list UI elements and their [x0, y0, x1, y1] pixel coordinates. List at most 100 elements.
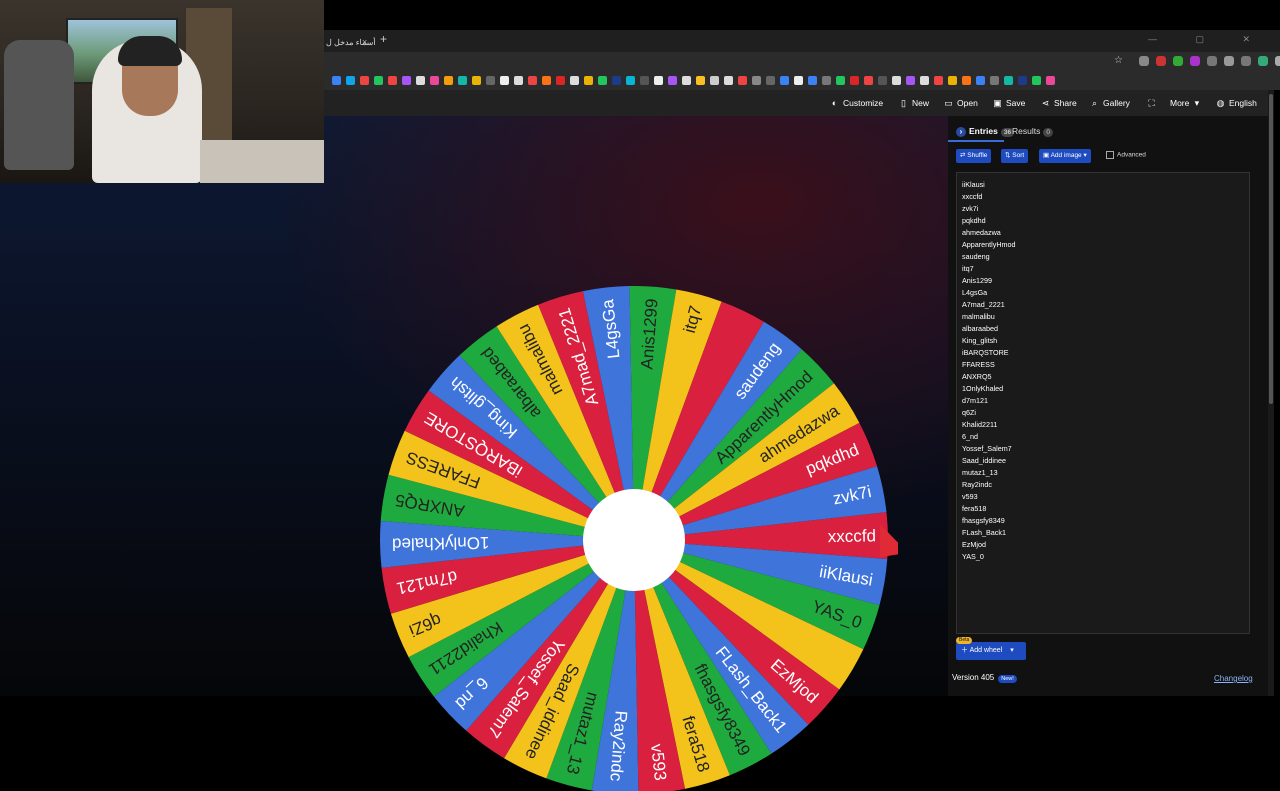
bookmark-icon[interactable]: [514, 75, 523, 85]
bookmark-icon[interactable]: [906, 75, 915, 85]
bookmark-icon[interactable]: [1032, 75, 1041, 85]
spin-wheel[interactable]: xxccfdiiKlausiYAS_0EzMjodFLash_Back1fhas…: [368, 251, 898, 791]
wheel-segment-label: xxccfd: [828, 526, 877, 546]
browser-tab[interactable]: أسماء مدخل ل ×: [324, 33, 376, 52]
wheel-page: xxccfd iiKlausi YAS_0 EzMjod FLash_Back1 fhas…: [0, 116, 948, 791]
bookmark-icon[interactable]: [626, 75, 635, 85]
bookmark-icon[interactable]: [780, 75, 789, 85]
bookmark-icon[interactable]: [332, 75, 341, 85]
bookmark-icon[interactable]: [808, 75, 817, 85]
bookmark-icon[interactable]: [948, 75, 957, 85]
bookmark-icon[interactable]: [990, 75, 999, 85]
page-scrollbar[interactable]: [1268, 90, 1274, 696]
extension-icon[interactable]: [1258, 56, 1268, 66]
bookmark-icon[interactable]: [640, 75, 649, 85]
share-label: Share: [1054, 98, 1077, 108]
bookmark-icon[interactable]: [598, 75, 607, 85]
bookmark-icon[interactable]: [416, 75, 425, 85]
tab-results[interactable]: Results 0: [1012, 126, 1053, 137]
bookmark-icon[interactable]: [976, 75, 985, 85]
extension-icon[interactable]: [1173, 56, 1183, 66]
share-button[interactable]: ⋖ Share: [1041, 90, 1077, 116]
bookmark-icon[interactable]: [682, 75, 691, 85]
add-image-button[interactable]: ▣ Add image ▾: [1039, 149, 1091, 163]
scrollbar-thumb[interactable]: [1269, 94, 1273, 404]
advanced-toggle[interactable]: Advanced: [1106, 151, 1146, 159]
bookmark-icon[interactable]: [836, 75, 845, 85]
star-icon[interactable]: ☆: [1114, 55, 1123, 66]
bookmark-icon[interactable]: [1004, 75, 1013, 85]
close-icon[interactable]: ×: [362, 33, 367, 52]
save-button[interactable]: ▣ Save: [993, 90, 1025, 116]
bookmark-icon[interactable]: [374, 75, 383, 85]
bookmark-icon[interactable]: [696, 75, 705, 85]
sort-button[interactable]: ⇅ Sort: [1001, 149, 1029, 163]
bookmark-icon[interactable]: [570, 75, 579, 85]
bookmark-icon[interactable]: [962, 75, 971, 85]
bookmark-icon[interactable]: [430, 75, 439, 85]
bookmark-icon[interactable]: [766, 75, 775, 85]
language-button[interactable]: ◍ English: [1216, 90, 1257, 116]
bookmark-icon[interactable]: [822, 75, 831, 85]
changelog-link[interactable]: Changelog: [1214, 674, 1253, 683]
bookmark-icon[interactable]: [388, 75, 397, 85]
bookmark-icon[interactable]: [920, 75, 929, 85]
bookmark-icon[interactable]: [486, 75, 495, 85]
entry-line: EzMjod: [962, 540, 986, 549]
bookmark-icon[interactable]: [724, 75, 733, 85]
new-button[interactable]: ▯ New: [899, 90, 929, 116]
extension-icon[interactable]: [1139, 56, 1149, 66]
bookmark-icon[interactable]: [752, 75, 761, 85]
shuffle-button[interactable]: ⇄ Shuffle: [956, 149, 992, 163]
profile-icon[interactable]: [1275, 56, 1280, 66]
version-text: Version 405: [952, 673, 995, 682]
bookmark-icon[interactable]: [360, 75, 369, 85]
chevron-right-icon[interactable]: ›: [956, 127, 966, 137]
entry-line: zvk7i: [962, 204, 979, 213]
bookmark-icon[interactable]: [542, 75, 551, 85]
extension-icon[interactable]: [1224, 56, 1234, 66]
entries-textarea[interactable]: iiKlausi xxccfd zvk7i pqkdhd ahmedazwa Appare…: [956, 172, 1250, 634]
bookmark-icon[interactable]: [864, 75, 873, 85]
bookmark-icon[interactable]: [528, 75, 537, 85]
extension-icon[interactable]: [1190, 56, 1200, 66]
results-tab-label: Results: [1012, 126, 1041, 136]
bookmark-icon[interactable]: [1046, 75, 1055, 85]
new-tab-icon[interactable]: +: [380, 32, 387, 46]
bookmark-icon[interactable]: [556, 75, 565, 85]
bookmark-icon[interactable]: [472, 75, 481, 85]
bookmark-icon[interactable]: [738, 75, 747, 85]
version-label: Version 405 New!: [952, 673, 1017, 683]
open-button[interactable]: ▭ Open: [944, 90, 978, 116]
customize-button[interactable]: ◐ Customize: [830, 90, 883, 116]
bookmark-icon[interactable]: [794, 75, 803, 85]
wheel-center-hub[interactable]: [583, 489, 685, 591]
add-wheel-button[interactable]: ＋ Add wheel ▾: [956, 642, 1026, 660]
more-button[interactable]: More ▾: [1170, 90, 1205, 116]
bookmark-icon[interactable]: [654, 75, 663, 85]
bookmark-icon[interactable]: [444, 75, 453, 85]
bookmark-icon[interactable]: [458, 75, 467, 85]
extension-icon[interactable]: [1207, 56, 1217, 66]
address-bar[interactable]: ☆: [324, 52, 1280, 70]
bookmark-icon[interactable]: [584, 75, 593, 85]
fullscreen-button[interactable]: ⛶: [1147, 90, 1160, 116]
bookmark-icon[interactable]: [892, 75, 901, 85]
bookmark-icon[interactable]: [710, 75, 719, 85]
advanced-checkbox[interactable]: [1106, 151, 1114, 159]
bookmark-icon[interactable]: [402, 75, 411, 85]
bookmark-icon[interactable]: [346, 75, 355, 85]
gallery-button[interactable]: ⌕ Gallery: [1090, 90, 1130, 116]
extension-icon[interactable]: [1241, 56, 1251, 66]
bookmark-icon[interactable]: [878, 75, 887, 85]
bookmarks-bar: [324, 70, 1280, 90]
bookmark-icon[interactable]: [1018, 75, 1027, 85]
bookmark-icon[interactable]: [850, 75, 859, 85]
bookmark-icon[interactable]: [500, 75, 509, 85]
extension-icon[interactable]: [1156, 56, 1166, 66]
bookmark-icon[interactable]: [612, 75, 621, 85]
bookmark-icon[interactable]: [934, 75, 943, 85]
bookmark-icon[interactable]: [668, 75, 677, 85]
window-controls[interactable]: — ▢ ✕: [1148, 34, 1268, 45]
tab-entries[interactable]: › Entries 36: [956, 126, 1015, 137]
